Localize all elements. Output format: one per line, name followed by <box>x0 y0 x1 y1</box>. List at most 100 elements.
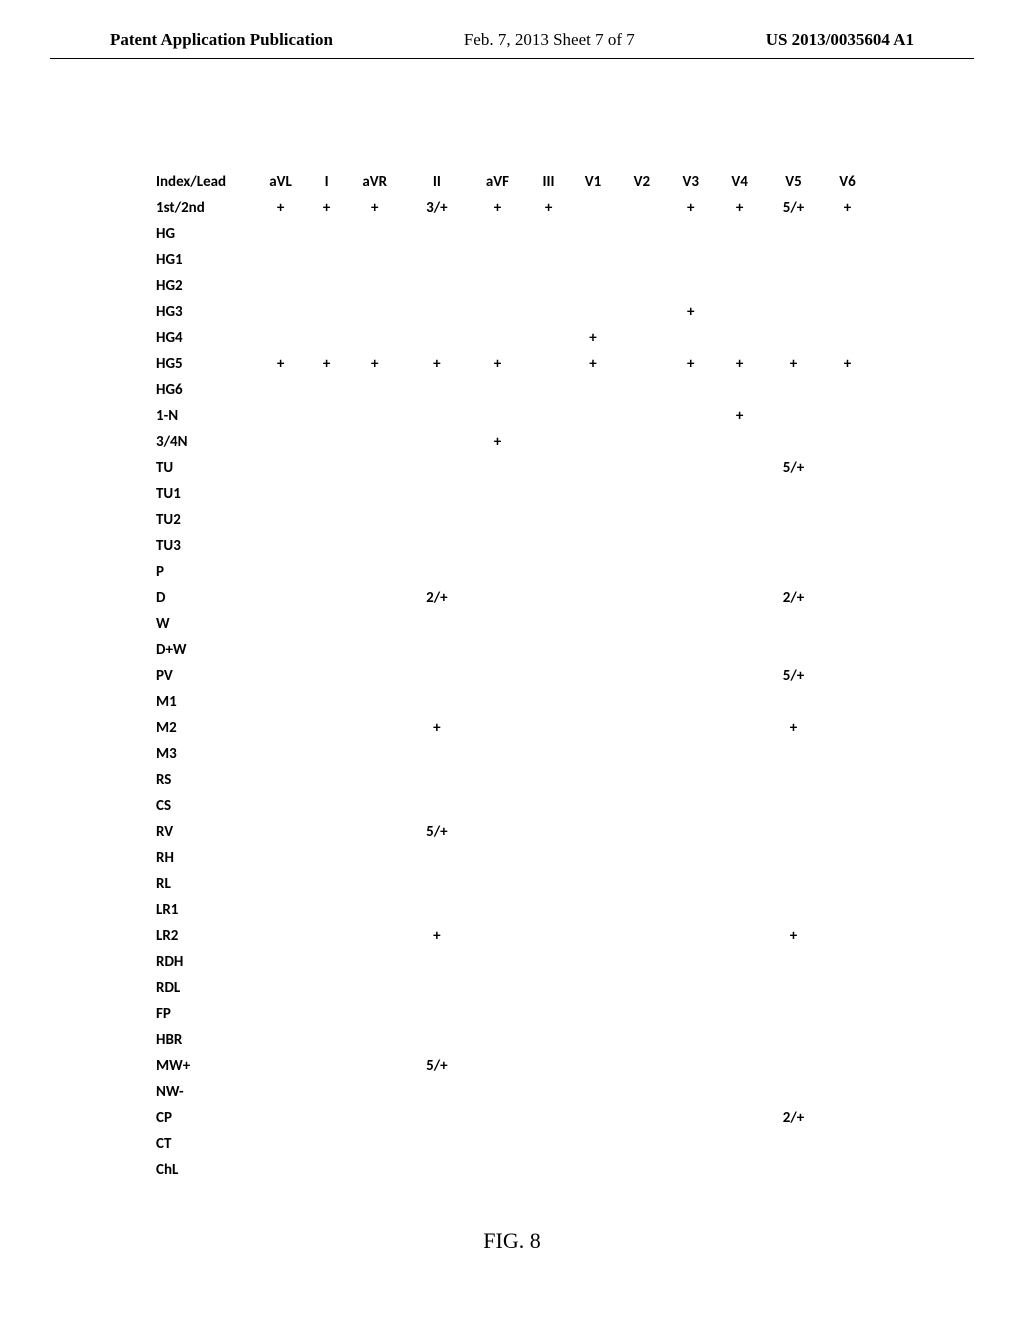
cell: + <box>569 325 618 351</box>
cell <box>342 793 407 819</box>
cell <box>666 715 715 741</box>
cell <box>342 923 407 949</box>
cell <box>466 559 528 585</box>
cell <box>342 273 407 299</box>
cell <box>764 975 823 1001</box>
cell <box>823 559 872 585</box>
cell <box>666 533 715 559</box>
cell <box>666 1105 715 1131</box>
cell <box>466 871 528 897</box>
cell <box>529 429 569 455</box>
cell <box>715 481 764 507</box>
cell <box>407 247 466 273</box>
cell: + <box>311 195 342 221</box>
cell <box>311 1157 342 1183</box>
cell <box>529 949 569 975</box>
cell <box>823 325 872 351</box>
cell <box>715 663 764 689</box>
cell <box>466 1131 528 1157</box>
cell <box>466 793 528 819</box>
cell <box>250 299 311 325</box>
cell <box>466 767 528 793</box>
cell <box>342 663 407 689</box>
table-row: M1 <box>152 689 872 715</box>
cell <box>715 975 764 1001</box>
cell <box>764 507 823 533</box>
cell <box>617 819 666 845</box>
row-label: RL <box>152 871 250 897</box>
cell: + <box>569 351 618 377</box>
cell <box>342 325 407 351</box>
cell <box>342 429 407 455</box>
cell <box>764 247 823 273</box>
cell <box>250 1053 311 1079</box>
cell <box>250 897 311 923</box>
cell: + <box>666 299 715 325</box>
cell <box>715 1001 764 1027</box>
cell <box>311 1131 342 1157</box>
row-label: HG1 <box>152 247 250 273</box>
cell <box>569 559 618 585</box>
table-row: D2/+2/+ <box>152 585 872 611</box>
cell <box>666 1027 715 1053</box>
cell <box>407 221 466 247</box>
cell <box>666 585 715 611</box>
cell <box>569 1027 618 1053</box>
row-label: CP <box>152 1105 250 1131</box>
row-label: ChL <box>152 1157 250 1183</box>
cell <box>764 1079 823 1105</box>
cell <box>529 299 569 325</box>
cell <box>342 1001 407 1027</box>
cell <box>311 949 342 975</box>
cell <box>311 1053 342 1079</box>
cell <box>617 455 666 481</box>
cell <box>529 663 569 689</box>
cell <box>666 1001 715 1027</box>
cell <box>569 1079 618 1105</box>
cell <box>569 1105 618 1131</box>
row-label: 1-N <box>152 403 250 429</box>
cell <box>311 611 342 637</box>
cell <box>342 949 407 975</box>
cell <box>250 949 311 975</box>
cell <box>466 897 528 923</box>
cell <box>466 585 528 611</box>
cell <box>715 949 764 975</box>
cell <box>666 1053 715 1079</box>
column-header: V3 <box>666 169 715 195</box>
cell <box>407 1157 466 1183</box>
cell <box>407 845 466 871</box>
cell <box>466 715 528 741</box>
cell: 5/+ <box>764 195 823 221</box>
cell <box>529 377 569 403</box>
cell <box>529 845 569 871</box>
column-header: V4 <box>715 169 764 195</box>
cell <box>311 325 342 351</box>
table-row: RV5/+ <box>152 819 872 845</box>
cell <box>466 247 528 273</box>
cell <box>342 1157 407 1183</box>
cell <box>569 1001 618 1027</box>
cell: + <box>764 715 823 741</box>
cell <box>617 897 666 923</box>
cell <box>529 351 569 377</box>
cell: + <box>466 195 528 221</box>
cell <box>342 611 407 637</box>
cell <box>823 819 872 845</box>
cell <box>250 585 311 611</box>
cell <box>529 481 569 507</box>
cell <box>823 793 872 819</box>
cell <box>569 377 618 403</box>
cell <box>823 429 872 455</box>
cell <box>666 325 715 351</box>
cell <box>569 871 618 897</box>
cell <box>311 1027 342 1053</box>
cell <box>529 507 569 533</box>
cell <box>764 299 823 325</box>
cell: + <box>715 403 764 429</box>
cell <box>823 611 872 637</box>
cell <box>529 923 569 949</box>
cell <box>764 1131 823 1157</box>
cell <box>250 273 311 299</box>
row-label: HG3 <box>152 299 250 325</box>
